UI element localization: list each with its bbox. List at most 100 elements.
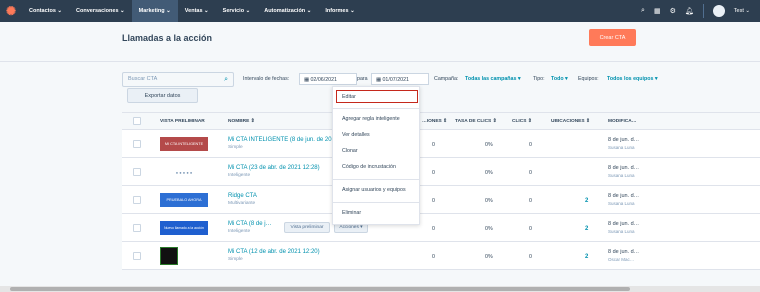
select-all-checkbox[interactable] bbox=[133, 117, 141, 125]
col-views[interactable]: …IONES ⇕ bbox=[422, 119, 447, 124]
nav-conversaciones[interactable]: Conversaciones ⌄ bbox=[69, 0, 132, 22]
nav-divider bbox=[702, 4, 704, 18]
col-clicks[interactable]: CLICS ⇕ bbox=[512, 119, 532, 124]
modified-date: 8 de jun. d… bbox=[608, 193, 640, 199]
search-icon[interactable]: ⌕ bbox=[224, 76, 228, 84]
row-checkbox[interactable] bbox=[133, 140, 141, 148]
click-rate-value: 0% bbox=[485, 142, 493, 148]
date-to-field[interactable]: ▦ 01/07/2021 bbox=[371, 73, 429, 85]
menu-item-delete[interactable]: Eliminar bbox=[342, 210, 361, 216]
table-row: Mi CTA (12 de abr. de 2021 12:20) Simple… bbox=[122, 242, 760, 270]
horizontal-scrollbar[interactable] bbox=[0, 286, 760, 292]
col-click-rate[interactable]: TASA DE CLICS ⇕ bbox=[455, 119, 497, 124]
actions-dropdown-menu: Editar Agregar regla inteligente Ver det… bbox=[332, 86, 420, 225]
create-cta-button[interactable]: Crear CTA bbox=[589, 29, 636, 46]
views-value: 0 bbox=[432, 254, 435, 260]
row-checkbox[interactable] bbox=[133, 196, 141, 204]
menu-item-embed-code[interactable]: Código de incrustación bbox=[342, 164, 396, 170]
export-data-button[interactable]: Exportar datos bbox=[127, 88, 198, 103]
row-checkbox[interactable] bbox=[133, 252, 141, 260]
click-rate-value: 0% bbox=[485, 198, 493, 204]
cta-type: Inteligente bbox=[228, 173, 251, 178]
col-preview: VISTA PRELIMINAR bbox=[160, 119, 205, 124]
nav-right: ⌕ ▦ ⚙ 🔔︎ Test ⌄ bbox=[641, 0, 750, 22]
clicks-value: 0 bbox=[529, 170, 532, 176]
clicks-value: 0 bbox=[529, 226, 532, 232]
cta-thumbnail bbox=[160, 247, 178, 265]
row-checkbox[interactable] bbox=[133, 224, 141, 232]
locations-link[interactable]: 2 bbox=[585, 198, 588, 204]
date-from-field[interactable]: ▦ 02/06/2021 bbox=[299, 73, 357, 85]
search-icon[interactable]: ⌕ bbox=[641, 7, 645, 15]
cta-type: Inteligente bbox=[228, 229, 251, 234]
nav-informes[interactable]: Informes ⌄ bbox=[318, 0, 361, 22]
scrollbar-thumb[interactable] bbox=[10, 287, 630, 291]
cta-name-link[interactable]: Mi CTA INTELIGENTE (8 de jun. de 2021 … bbox=[228, 137, 346, 143]
menu-divider bbox=[333, 179, 419, 180]
date-para-label: para bbox=[357, 76, 368, 82]
cta-name-link[interactable]: Mi CTA (23 de abr. de 2021 12:28) bbox=[228, 165, 320, 171]
date-to-value: 01/07/2021 bbox=[382, 77, 409, 83]
page-title: Llamadas a la acción bbox=[122, 33, 213, 43]
menu-item-add-smart-rule[interactable]: Agregar regla inteligente bbox=[342, 116, 400, 122]
date-range-label: Intervalo de fechas: bbox=[243, 76, 290, 82]
table-row: ● ● ● ● ● Mi CTA (23 de abr. de 2021 12:… bbox=[122, 158, 760, 186]
user-menu[interactable]: Test ⌄ bbox=[734, 8, 750, 14]
nav-ventas[interactable]: Ventas ⌄ bbox=[178, 0, 216, 22]
modified-by: Susana Luna bbox=[608, 145, 635, 150]
views-value: 0 bbox=[432, 170, 435, 176]
nav-automatizacion[interactable]: Automatización ⌄ bbox=[257, 0, 318, 22]
click-rate-value: 0% bbox=[485, 226, 493, 232]
type-dropdown[interactable]: Todo ▾ bbox=[551, 76, 568, 82]
locations-link[interactable]: 2 bbox=[585, 254, 588, 260]
menu-item-clone[interactable]: Clonar bbox=[342, 148, 358, 154]
modified-by: Susana Luna bbox=[608, 201, 635, 206]
modified-by: Oscar Mac… bbox=[608, 257, 635, 262]
avatar[interactable] bbox=[712, 5, 725, 17]
menu-item-view-details[interactable]: Ver detalles bbox=[342, 132, 370, 138]
col-modified[interactable]: MODIFICA… bbox=[608, 119, 637, 124]
col-name[interactable]: NOMBRE ⇕ bbox=[228, 119, 255, 124]
row-checkbox[interactable] bbox=[133, 168, 141, 176]
nav-servicio[interactable]: Servicio ⌄ bbox=[216, 0, 258, 22]
modified-by: Susana Luna bbox=[608, 173, 635, 178]
cta-name-link[interactable]: Mi CTA (8 de j… bbox=[228, 221, 272, 227]
click-rate-value: 0% bbox=[485, 254, 493, 260]
teams-dropdown[interactable]: Todos los equipos ▾ bbox=[607, 76, 658, 82]
nav-contactos[interactable]: Contactos ⌄ bbox=[22, 0, 69, 22]
campaign-dropdown[interactable]: Todas las campañas ▾ bbox=[465, 76, 521, 82]
cta-type: Simple bbox=[228, 257, 243, 262]
page-header: Llamadas a la acción Crear CTA bbox=[0, 22, 760, 62]
modified-date: 8 de jun. d… bbox=[608, 137, 640, 143]
preview-button[interactable]: Vista preliminar bbox=[284, 222, 330, 233]
cta-name-link[interactable]: Ridge CTA bbox=[228, 193, 257, 199]
clicks-value: 0 bbox=[529, 198, 532, 204]
table-row: Nuevo llamado a la acción Mi CTA (8 de j… bbox=[122, 214, 760, 242]
campaign-label: Campaña: bbox=[434, 76, 459, 82]
settings-gear-icon[interactable]: ⚙ bbox=[670, 7, 676, 15]
table-header: VISTA PRELIMINAR NOMBRE ⇕ …IONES ⇕ TASA … bbox=[122, 112, 760, 130]
cta-thumbnail: ● ● ● ● ● bbox=[160, 165, 208, 179]
notifications-bell-icon[interactable]: 🔔︎ bbox=[685, 7, 694, 15]
type-label: Tipo: bbox=[533, 76, 545, 82]
cta-thumbnail: Nuevo llamado a la acción bbox=[160, 221, 208, 235]
click-rate-value: 0% bbox=[485, 170, 493, 176]
locations-link[interactable]: 2 bbox=[585, 226, 588, 232]
marketplace-icon[interactable]: ▦ bbox=[654, 7, 661, 15]
clicks-value: 0 bbox=[529, 254, 532, 260]
modified-by: Susana Luna bbox=[608, 229, 635, 234]
table-row: PRUEBALO AHORA Ridge CTA Multivariante 0… bbox=[122, 186, 760, 214]
nav-marketing[interactable]: Marketing ⌄ bbox=[131, 0, 178, 22]
search-input[interactable]: Buscar CTA ⌕ bbox=[122, 72, 234, 87]
hubspot-logo-icon[interactable]: ✺ bbox=[0, 0, 22, 22]
top-nav: ✺ Contactos ⌄ Conversaciones ⌄ Marketing… bbox=[0, 0, 760, 22]
teams-label: Equipos: bbox=[578, 76, 599, 82]
cta-name-link[interactable]: Mi CTA (12 de abr. de 2021 12:20) bbox=[228, 249, 320, 255]
modified-date: 8 de jun. d… bbox=[608, 165, 640, 171]
cta-type: Multivariante bbox=[228, 201, 256, 206]
menu-item-edit[interactable]: Editar bbox=[342, 94, 356, 100]
views-value: 0 bbox=[432, 142, 435, 148]
modified-date: 8 de jun. d… bbox=[608, 249, 640, 255]
col-locations[interactable]: UBICACIONES ⇕ bbox=[551, 119, 590, 124]
menu-item-assign-users[interactable]: Asignar usuarios y equipos bbox=[342, 187, 406, 193]
